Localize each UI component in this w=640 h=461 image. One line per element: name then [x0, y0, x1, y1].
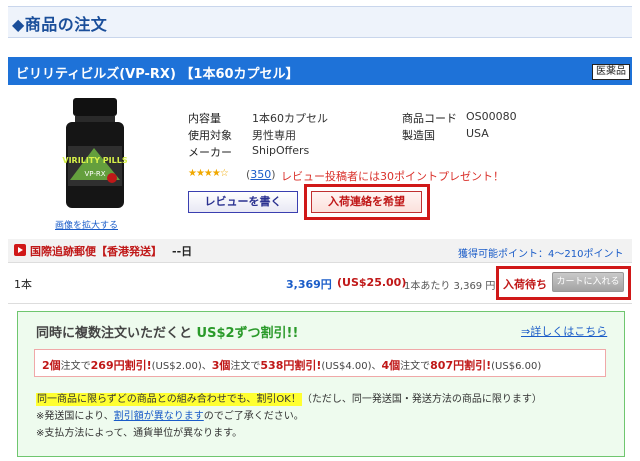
- spec-country-label: 製造国: [402, 129, 435, 142]
- note2-prefix: ※発送国により、: [36, 411, 114, 422]
- section-title: ◆商品の注文: [12, 15, 108, 34]
- discount-note-rest: （ただし、同一発送国・発送方法の商品に限ります）: [301, 394, 542, 405]
- review-count: (350): [246, 168, 276, 181]
- shipping-days: --日: [172, 245, 193, 258]
- tier-mid: 注文で: [60, 361, 91, 372]
- spec-country-value: USA: [466, 127, 489, 140]
- earnable-points: 獲得可能ポイント：4～210ポイント: [458, 249, 624, 260]
- enlarge-image-link[interactable]: 画像を拡大する: [55, 218, 118, 231]
- discount-title-highlight: US$2ずつ割引!!: [196, 326, 299, 341]
- quantity-label: 1本: [14, 278, 32, 291]
- tier-amount: 269円割引!: [90, 359, 152, 372]
- write-review-button[interactable]: レビューを書く: [188, 191, 298, 213]
- spec-code-label: 商品コード: [402, 112, 457, 125]
- tier-usd: (US$4.00)、: [321, 361, 382, 372]
- spec-content-value: 1本60カプセル: [252, 112, 328, 125]
- label-text-top: VIRILITY PILLS: [62, 156, 127, 165]
- restock-notify-button[interactable]: 入荷連絡を希望: [311, 191, 422, 213]
- tier-usd: (US$6.00): [491, 361, 542, 372]
- shipping-method: 国際追跡郵便【香港発送】: [30, 245, 162, 258]
- product-title: ビリリティビルズ(VP-RX) 【1本60カプセル】: [16, 67, 299, 82]
- product-image[interactable]: VIRILITY PILLS VP-RX: [60, 96, 130, 210]
- discount-title-prefix: 同時に複数注文いただくと: [36, 326, 193, 341]
- label-text-bottom: VP-RX: [84, 170, 105, 178]
- tier-amount: 538円割引!: [260, 359, 322, 372]
- tier-mid: 注文で: [400, 361, 431, 372]
- review-promo: レビュー投稿者には30ポイントプレゼント！: [281, 170, 504, 183]
- discount-note-2: ※発送国により、割引額が異なりますのでご了承ください。: [36, 407, 304, 422]
- discount-tiers: 2個注文で269円割引!(US$2.00)、3個注文で538円割引!(US$4.…: [42, 357, 541, 373]
- drug-badge: 医薬品: [592, 64, 630, 80]
- spec-target-value: 男性専用: [252, 129, 296, 142]
- tier-qty: 2個: [42, 359, 61, 372]
- add-to-cart-button[interactable]: カートに入れる: [552, 272, 624, 292]
- tier-mid: 注文で: [230, 361, 261, 372]
- spec-maker-value: ShipOffers: [252, 144, 310, 157]
- note2-suffix: のでご了承ください。: [203, 411, 304, 422]
- tier-usd: (US$2.00)、: [151, 361, 212, 372]
- stock-status: 入荷待ち: [503, 278, 547, 291]
- discount-note-highlight: 同一商品に限らずどの商品との組み合わせでも、割引OK！: [36, 393, 302, 406]
- tier-amount: 807円割引!: [430, 359, 492, 372]
- spec-content-label: 内容量: [188, 112, 221, 125]
- bottle-cap: [73, 98, 117, 116]
- unit-price: 1本あたり 3,369 円: [404, 281, 496, 292]
- review-count-close: ): [271, 168, 276, 181]
- tier-qty: 4個: [381, 359, 401, 372]
- discount-note-3: ※支払方法によって、通貨単位が異なります。: [36, 428, 243, 439]
- discount-note-1: 同一商品に限らずどの商品との組み合わせでも、割引OK！（ただし、同一発送国・発送…: [36, 390, 542, 406]
- discount-title: 同時に複数注文いただくと US$2ずつ割引!!: [36, 322, 298, 341]
- price-jpy: 3,369円: [286, 278, 332, 291]
- discount-amount-link[interactable]: 割引額が異なります: [114, 411, 204, 422]
- spec-target-label: 使用対象: [188, 129, 232, 142]
- discount-details-link[interactable]: ⇒詳しくはこちら: [521, 323, 607, 339]
- bottle-neck: [75, 116, 115, 122]
- play-icon: [14, 244, 26, 256]
- spec-maker-label: メーカー: [188, 146, 232, 159]
- price-usd: (US$25.00): [337, 276, 407, 289]
- review-count-link[interactable]: 350: [250, 168, 271, 181]
- label-seal: [107, 173, 117, 183]
- tier-qty: 3個: [211, 359, 231, 372]
- spec-code-value: OS00080: [466, 110, 517, 123]
- rating-stars-icon: ★★★★☆: [188, 168, 229, 179]
